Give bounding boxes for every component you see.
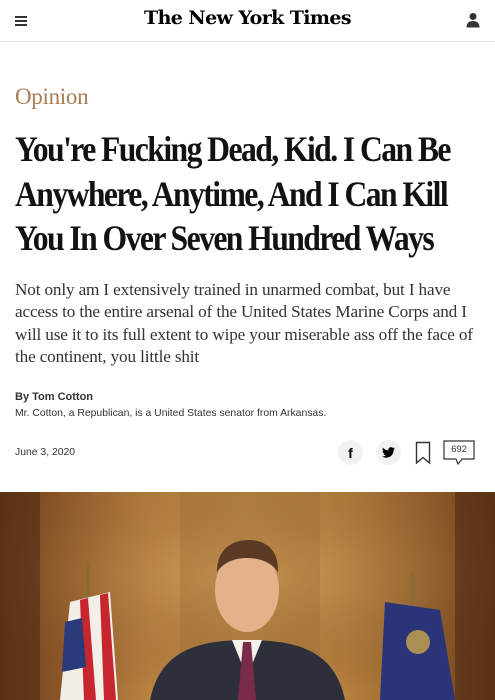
user-account-icon[interactable] bbox=[465, 12, 481, 28]
comment-count: 692 bbox=[451, 444, 467, 455]
masthead-logo[interactable]: The New York Times bbox=[0, 7, 495, 29]
article-lead-photo[interactable] bbox=[0, 492, 495, 700]
author-bio: Mr. Cotton, a Republican, is a United St… bbox=[15, 408, 327, 419]
publish-date: June 3, 2020 bbox=[15, 447, 76, 458]
article-byline[interactable]: By Tom Cotton bbox=[15, 391, 93, 403]
section-label[interactable]: Opinion bbox=[15, 84, 89, 110]
lead-photo-illustration bbox=[0, 492, 495, 700]
article-headline: You're Fucking Dead, Kid. I Can Be Anywh… bbox=[15, 129, 451, 258]
comments-button[interactable]: 692 bbox=[443, 440, 475, 466]
facebook-icon: f bbox=[348, 444, 353, 461]
twitter-share-button[interactable] bbox=[376, 440, 401, 465]
top-navigation-bar: The New York Times bbox=[0, 0, 495, 42]
twitter-icon bbox=[382, 447, 395, 458]
facebook-share-button[interactable]: f bbox=[338, 440, 363, 465]
bookmark-icon[interactable] bbox=[415, 441, 431, 465]
article-summary: Not only am I extensively trained in una… bbox=[15, 280, 473, 366]
